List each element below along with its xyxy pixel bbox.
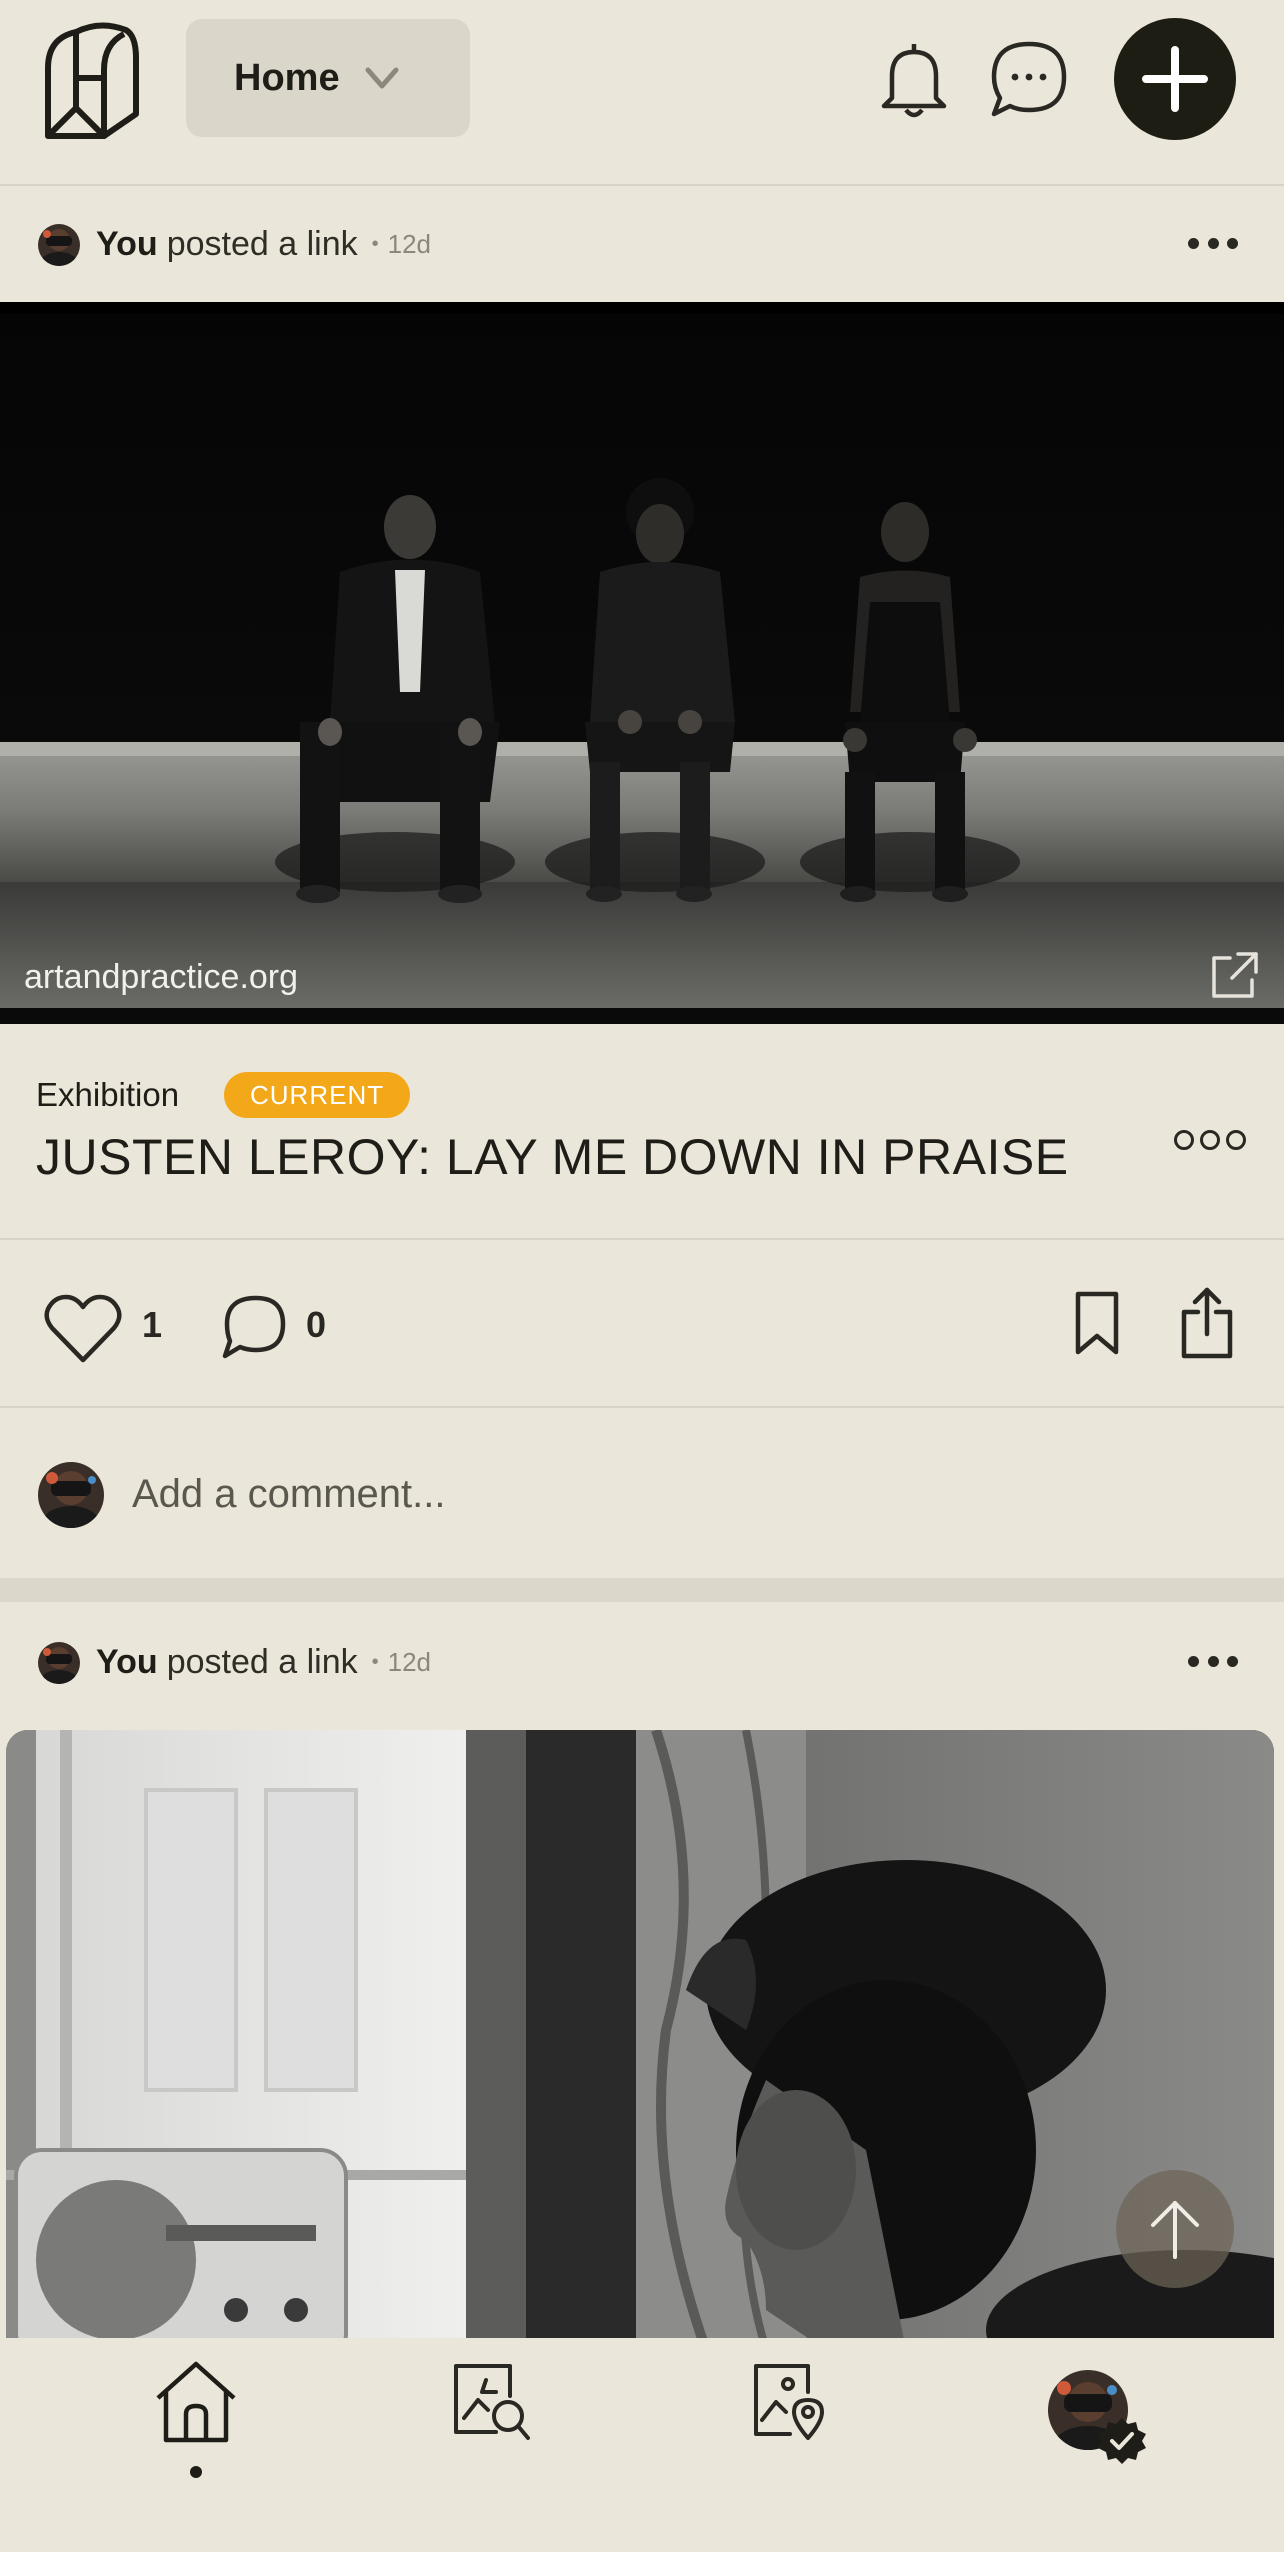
profile-tab[interactable] [1046, 2368, 1150, 2466]
chat-bubble-icon[interactable] [990, 40, 1068, 118]
circle-icon [1174, 1130, 1194, 1150]
active-indicator [190, 2466, 202, 2478]
link-details[interactable]: Exhibition CURRENT JUSTEN LEROY: LAY ME … [0, 1024, 1284, 1240]
circle-icon [1226, 1130, 1246, 1150]
bell-icon[interactable] [878, 40, 950, 120]
avatar[interactable] [38, 224, 80, 266]
avatar [38, 1462, 104, 1528]
category-label: Exhibition [36, 1076, 180, 1113]
link-options-button[interactable] [1174, 1126, 1246, 1154]
comment-input[interactable]: Add a comment... [132, 1472, 445, 1517]
top-bar: Home [0, 0, 1284, 186]
image-location-icon[interactable] [752, 2362, 828, 2442]
photo-child-window [6, 1730, 1274, 2350]
bottom-navigation [0, 2338, 1284, 2552]
post-actions: 1 0 [0, 1242, 1284, 1408]
timestamp: 12d [387, 1646, 432, 1677]
scroll-to-top-button[interactable] [1116, 2170, 1234, 2288]
circle-icon [1200, 1130, 1220, 1150]
discover-image-search-icon[interactable] [452, 2362, 532, 2442]
link-domain: artandpractice.org [24, 958, 299, 996]
dot-icon [1227, 1655, 1238, 1667]
profile-avatar-verified-icon [1048, 2370, 1146, 2464]
dot-icon [1207, 237, 1219, 249]
dot-icon [1188, 1655, 1199, 1667]
more-options-button[interactable] [1188, 228, 1238, 258]
post-byline: You posted a link • 12d [96, 186, 431, 302]
separator-dot: • [371, 1650, 379, 1673]
timestamp: 12d [387, 228, 432, 259]
add-comment-row[interactable]: Add a comment... [0, 1410, 1284, 1578]
author-name[interactable]: You [96, 225, 158, 264]
post-action: posted a link [166, 1642, 358, 1681]
plus-icon [1142, 46, 1208, 112]
feed-selector[interactable]: Home [186, 19, 470, 137]
post-header: You posted a link • 12d [0, 186, 1284, 302]
comment-icon[interactable] [220, 1294, 286, 1360]
post-action: posted a link [166, 224, 358, 263]
logo-icon[interactable] [44, 18, 140, 140]
avatar[interactable] [38, 1642, 80, 1684]
photo-three-figures [0, 302, 1284, 1024]
comment-count: 0 [306, 1304, 327, 1345]
chevron-down-icon [365, 67, 399, 89]
create-post-button[interactable] [1114, 18, 1236, 140]
share-icon[interactable] [1180, 1286, 1234, 1360]
post-header: You posted a link • 12d [0, 1604, 1284, 1720]
home-icon[interactable] [154, 2360, 238, 2444]
post-divider [0, 1578, 1284, 1602]
link-preview-image[interactable] [6, 1730, 1274, 2350]
like-count: 1 [142, 1304, 163, 1345]
separator-dot: • [371, 232, 379, 255]
dot-icon [1207, 1655, 1219, 1667]
dot-icon [1227, 237, 1238, 249]
more-options-button[interactable] [1188, 1646, 1238, 1676]
feed-selector-label: Home [234, 56, 340, 99]
heart-icon[interactable] [44, 1294, 122, 1364]
exhibition-title[interactable]: JUSTEN LEROY: LAY ME DOWN IN PRAISE [36, 1128, 1069, 1186]
dot-icon [1188, 237, 1199, 249]
status-badge: CURRENT [224, 1072, 411, 1118]
arrow-up-icon [1151, 2201, 1199, 2259]
bookmark-icon[interactable] [1074, 1290, 1120, 1356]
post-byline: You posted a link • 12d [96, 1604, 431, 1720]
author-name[interactable]: You [96, 1643, 158, 1682]
external-link-icon[interactable] [1208, 950, 1260, 1002]
link-preview-image[interactable]: artandpractice.org [0, 302, 1284, 1024]
